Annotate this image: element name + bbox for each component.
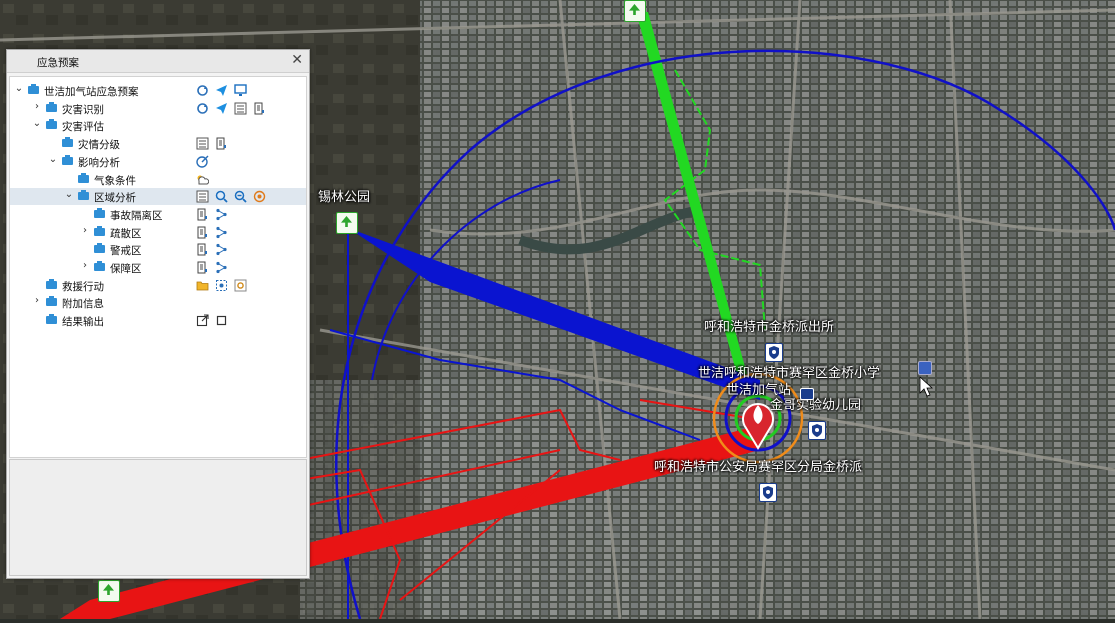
chevron-down-icon[interactable]: ⌄ [64,189,74,200]
tree-node[interactable]: › 疏散区 [10,224,306,241]
route-icon[interactable] [215,243,228,256]
tree-node-label: 影响分析 [78,156,120,169]
print-icon[interactable] [253,102,266,115]
tree-node-icon [46,119,57,130]
label-police-station: 呼和浩特市金桥派出所 [704,320,835,335]
route-icon[interactable] [215,226,228,239]
close-icon[interactable]: ✕ [291,52,303,68]
tree-node-icon [46,101,57,112]
panel-title: 应急预案 [37,57,79,69]
tree-node-icon [94,261,105,271]
print-icon[interactable] [196,243,209,256]
park-sign-icon[interactable] [336,212,358,234]
label-kindergarten: 金哥实验幼儿园 [770,398,862,413]
tree-node[interactable]: 结果输出 [10,312,306,329]
tree-node-icon [46,314,57,325]
print-icon[interactable] [196,261,209,274]
tree-node[interactable]: 救援行动 [10,277,306,294]
chevron-down-icon[interactable]: ⌄ [14,83,24,94]
detail-pane [9,459,307,576]
tree-node-icon [94,243,105,254]
tree-node-icon [94,225,105,236]
tree-node-label: 灾害识别 [62,103,104,116]
tree-node-label: 保障区 [110,263,142,275]
chevron-right-icon[interactable]: › [80,260,90,271]
label-police-bureau: 呼和浩特市公安局赛罕区分局金桥派 [654,460,863,475]
weather-icon[interactable] [196,173,209,186]
tree-node[interactable]: 事故隔离区 [10,206,306,223]
tree-node-label: 灾情分级 [78,139,120,152]
green-sign-icon[interactable] [624,0,646,22]
send-icon[interactable] [215,84,228,97]
shelter-sign-icon[interactable] [98,580,120,602]
route-icon[interactable] [215,208,228,221]
list-icon[interactable] [196,190,209,203]
tree-node-label: 气象条件 [94,174,136,187]
police-shield-icon[interactable] [808,421,826,440]
tree-node[interactable]: ⌄ 世洁加气站应急预案 [10,82,306,99]
tree-node[interactable]: › 灾害识别 [10,100,306,117]
tree-node-icon [28,84,39,94]
refresh-icon[interactable] [196,84,209,97]
plan-tree: ⌄ 世洁加气站应急预案 › 灾害识别 ⌄ 灾害评估 灾情分级 ⌄ 影响分析 气象条件 ⌄ 区域分析 事故… [9,76,307,458]
export-icon[interactable] [196,314,209,327]
zoom-in-icon[interactable] [215,190,228,203]
tree-node-label: 区域分析 [94,192,136,205]
police-shield-icon[interactable] [765,343,783,362]
tree-node-label: 救援行动 [62,280,104,293]
tree-node-label: 附加信息 [62,298,104,311]
tree-node-icon [94,207,105,218]
chevron-down-icon[interactable]: ⌄ [48,154,58,165]
chevron-right-icon[interactable]: › [80,225,90,236]
tree-node[interactable]: › 附加信息 [10,294,306,311]
list-icon[interactable] [196,137,209,150]
chevron-right-icon[interactable]: › [32,101,42,112]
tree-node-label: 世洁加气站应急预案 [44,86,139,98]
tree-node-icon [46,278,57,289]
settings-icon[interactable] [234,279,247,292]
police-shield-icon[interactable] [759,483,777,502]
tree-node-icon [46,296,57,307]
send-icon[interactable] [215,102,228,115]
label-park: 锡林公园 [318,190,371,205]
refresh-icon[interactable] [196,102,209,115]
chevron-right-icon[interactable]: › [32,295,42,306]
tree-node-label: 疏散区 [110,227,142,240]
square-icon[interactable] [215,314,228,327]
tree-node-label: 结果输出 [62,316,104,329]
radius-icon[interactable] [196,155,209,168]
tree-node[interactable]: 警戒区 [10,241,306,258]
monitor-icon[interactable] [234,84,247,97]
school-marker-icon[interactable] [800,388,814,400]
tree-node-label: 事故隔离区 [110,209,163,222]
tree-node-label: 灾害评估 [62,121,104,134]
building-marker-icon[interactable] [918,361,932,375]
list-icon[interactable] [234,102,247,115]
tree-node[interactable]: ⌄ 区域分析 [10,188,306,206]
print-icon[interactable] [196,226,209,239]
tree-node[interactable]: ⌄ 灾害评估 [10,117,306,134]
route-icon[interactable] [215,261,228,274]
emergency-plan-panel: 应急预案 ✕ ⌄ 世洁加气站应急预案 › 灾害识别 ⌄ 灾害评估 灾情分级 ⌄ 影响分析 气象条件… [6,49,310,579]
zoom-out-icon[interactable] [234,190,247,203]
tree-node[interactable]: ⌄ 影响分析 [10,153,306,170]
target-icon[interactable] [253,190,266,203]
tree-node[interactable]: 气象条件 [10,171,306,188]
folder-icon[interactable] [196,279,209,292]
tree-node-label: 警戒区 [110,245,142,258]
tree-node-icon [62,154,73,165]
print-icon[interactable] [215,137,228,150]
select-area-icon[interactable] [215,279,228,292]
panel-header[interactable]: 应急预案 ✕ [7,50,309,73]
tree-node-icon [62,137,73,148]
print-icon[interactable] [196,208,209,221]
tree-node[interactable]: › 保障区 [10,259,306,276]
tree-node-icon [78,190,89,201]
tree-node[interactable]: 灾情分级 [10,135,306,152]
tree-node-icon [78,172,89,183]
chevron-down-icon[interactable]: ⌄ [32,118,42,129]
